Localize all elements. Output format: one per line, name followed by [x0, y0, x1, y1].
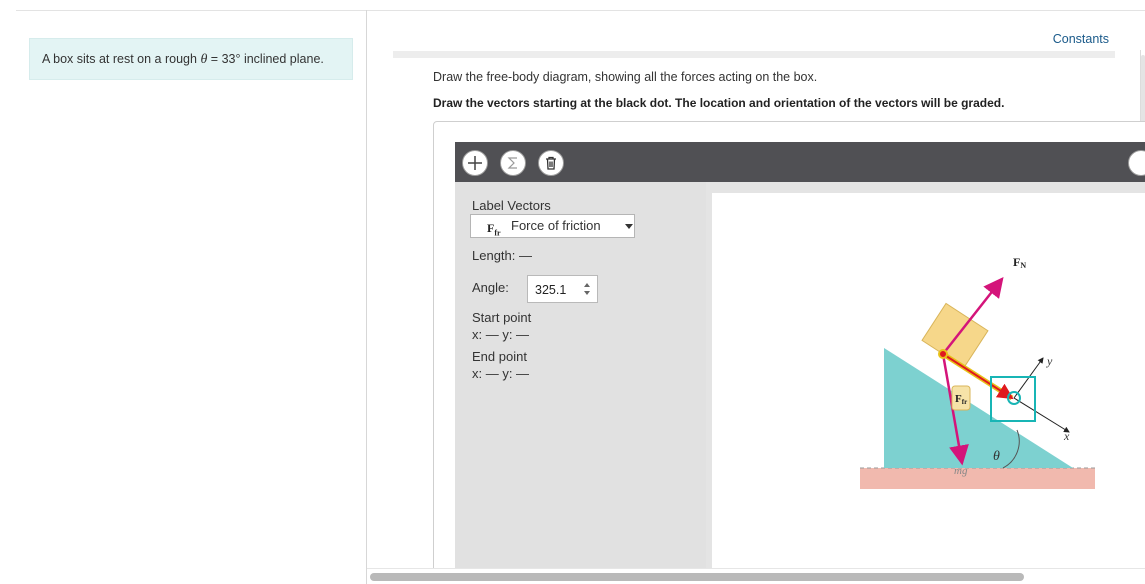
box [921, 302, 989, 369]
incline-plane [884, 348, 1073, 468]
normal-force-label: FN [1013, 255, 1026, 270]
theta-label: θ [993, 449, 1000, 464]
selection-box [990, 376, 1036, 422]
y-axis-label: y [1046, 354, 1053, 368]
horizontal-scrollbar-thumb[interactable] [370, 573, 1024, 581]
vector-origin-dot[interactable] [938, 349, 948, 359]
x-axis-label: x [1063, 429, 1070, 443]
ground [860, 468, 1095, 489]
weight-label: mg [954, 465, 968, 477]
x-axis [1013, 397, 1070, 433]
free-body-diagram: θ x y Ffr FN mg [860, 255, 1095, 489]
